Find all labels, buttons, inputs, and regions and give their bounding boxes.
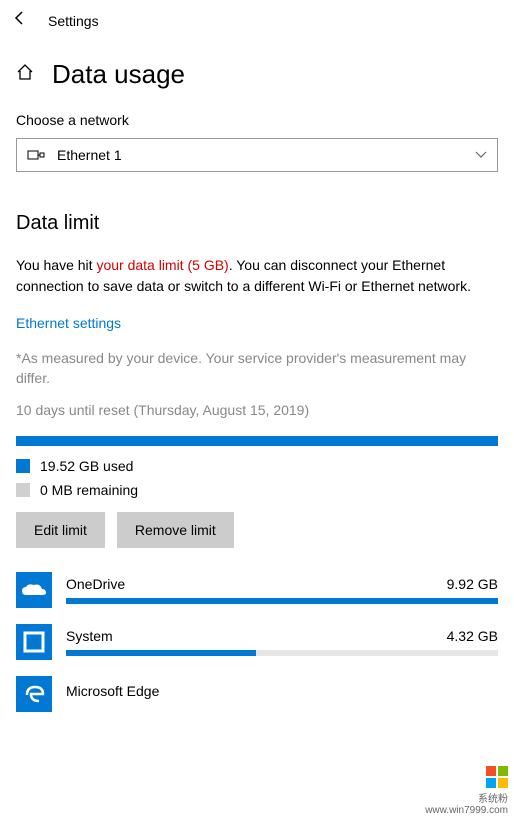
edit-limit-button[interactable]: Edit limit	[16, 512, 105, 548]
used-row: 19.52 GB used	[16, 458, 498, 474]
ethernet-settings-link[interactable]: Ethernet settings	[16, 315, 121, 331]
remove-limit-button[interactable]: Remove limit	[117, 512, 234, 548]
measurement-footnote: *As measured by your device. Your servic…	[16, 349, 498, 388]
choose-network-label: Choose a network	[16, 112, 498, 128]
watermark: 系统粉 www.win7999.com	[425, 766, 508, 816]
remaining-row: 0 MB remaining	[16, 482, 498, 498]
edge-icon	[16, 676, 52, 712]
app-usage: 9.92 GB	[447, 576, 498, 592]
app-usage-bar	[66, 598, 498, 604]
data-limit-heading: Data limit	[16, 212, 498, 235]
app-name: Microsoft Edge	[66, 683, 159, 699]
total-usage-bar	[16, 436, 498, 446]
used-label: 19.52 GB used	[40, 458, 133, 474]
network-select[interactable]: Ethernet 1	[16, 138, 498, 172]
data-limit-warning: You have hit your data limit (5 GB). You…	[16, 255, 498, 297]
app-row-system[interactable]: System 4.32 GB	[16, 624, 498, 660]
home-icon[interactable]	[16, 63, 34, 86]
system-icon	[16, 624, 52, 660]
app-usage-bar	[66, 650, 498, 656]
watermark-text1: 系统粉	[425, 790, 508, 805]
back-button[interactable]	[12, 10, 28, 31]
microsoft-logo-icon	[486, 766, 508, 788]
header-title: Settings	[48, 13, 99, 29]
data-limit-warning-value: your data limit (5 GB)	[96, 257, 228, 273]
page-title: Data usage	[52, 59, 185, 90]
onedrive-icon	[16, 572, 52, 608]
app-usage: 4.32 GB	[447, 628, 498, 644]
app-name: System	[66, 628, 113, 644]
app-name: OneDrive	[66, 576, 125, 592]
used-legend-swatch	[16, 459, 30, 473]
watermark-text2: www.win7999.com	[425, 805, 508, 816]
network-select-value: Ethernet 1	[57, 147, 122, 163]
chevron-down-icon	[475, 148, 487, 162]
app-row-edge[interactable]: Microsoft Edge	[16, 676, 498, 712]
ethernet-icon	[27, 148, 45, 162]
remaining-legend-swatch	[16, 483, 30, 497]
reset-countdown: 10 days until reset (Thursday, August 15…	[16, 402, 498, 418]
app-row-onedrive[interactable]: OneDrive 9.92 GB	[16, 572, 498, 608]
remaining-label: 0 MB remaining	[40, 482, 138, 498]
